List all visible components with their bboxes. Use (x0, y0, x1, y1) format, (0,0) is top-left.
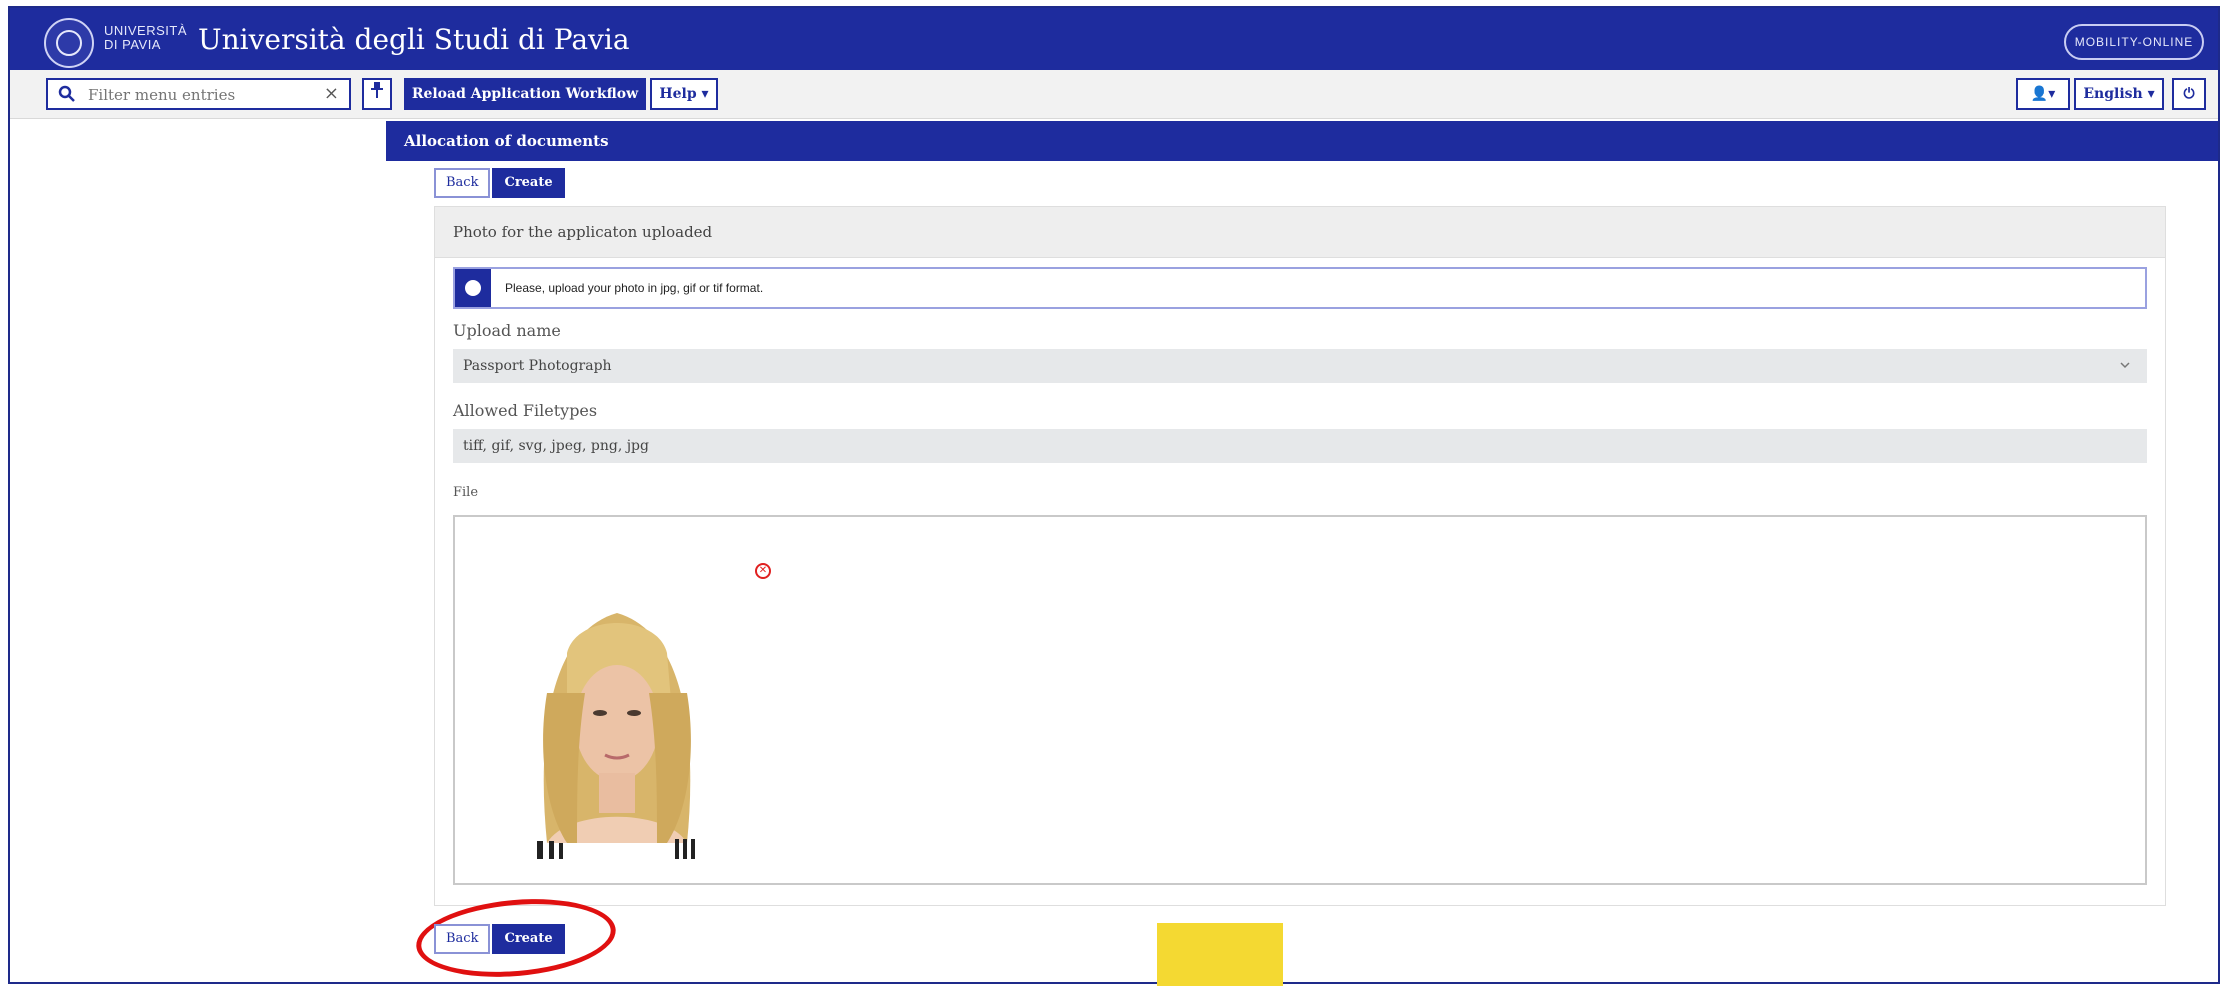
chevron-down-icon (2119, 349, 2131, 396)
pin-icon[interactable] (362, 78, 392, 110)
section-title: Allocation of documents (386, 121, 2218, 161)
create-button-bottom[interactable]: Create (492, 924, 565, 954)
info-alert: Please, upload your photo in jpg, gif or… (453, 267, 2147, 309)
info-icon (455, 269, 491, 307)
menu-filter[interactable]: × (46, 78, 351, 110)
help-dropdown-button[interactable]: Help ▾ (650, 78, 718, 110)
allowed-filetypes-label: Allowed Filetypes (453, 401, 598, 420)
upload-card: Photo for the applicaton uploaded Please… (434, 206, 2166, 906)
file-label: File (453, 485, 479, 500)
back-button-bottom[interactable]: Back (434, 924, 491, 954)
top-action-bar: Back Create (434, 168, 565, 198)
upload-name-select[interactable]: Passport Photograph (453, 349, 2147, 383)
top-header: UNIVERSITÀ DI PAVIA Università degli Stu… (10, 8, 2218, 70)
bottom-action-bar: Back Create (434, 924, 565, 954)
logout-power-icon[interactable]: ⏻ (2172, 78, 2206, 110)
yellow-overlay-block (1157, 923, 1283, 986)
upload-name-value: Passport Photograph (463, 358, 612, 374)
search-icon (58, 85, 76, 103)
allowed-filetypes-field: tiff, gif, svg, jpeg, png, jpg (453, 429, 2147, 463)
create-button-top[interactable]: Create (492, 168, 565, 198)
language-dropdown-button[interactable]: English ▾ (2074, 78, 2164, 110)
page-title: Università degli Studi di Pavia (198, 23, 630, 56)
file-dropzone[interactable]: ✕ (453, 515, 2147, 885)
info-alert-text: Please, upload your photo in jpg, gif or… (505, 281, 764, 295)
card-title: Photo for the applicaton uploaded (435, 207, 2165, 258)
back-button-top[interactable]: Back (434, 168, 491, 198)
mobility-online-logo: MOBILITY-ONLINE (2064, 24, 2204, 60)
clear-filter-icon[interactable]: × (324, 83, 339, 105)
remove-file-icon[interactable]: ✕ (755, 563, 771, 579)
filter-menu-input[interactable] (86, 84, 310, 106)
university-logo-text: UNIVERSITÀ DI PAVIA (104, 23, 188, 52)
toolbar: × Reload Application Workflow Help ▾ 👤▾ … (10, 70, 2218, 119)
reload-application-workflow-button[interactable]: Reload Application Workflow (404, 78, 646, 110)
user-menu-button[interactable]: 👤▾ (2016, 78, 2070, 110)
passport-photo-preview (507, 573, 727, 863)
university-seal-logo (44, 18, 94, 68)
upload-name-label: Upload name (453, 321, 561, 340)
